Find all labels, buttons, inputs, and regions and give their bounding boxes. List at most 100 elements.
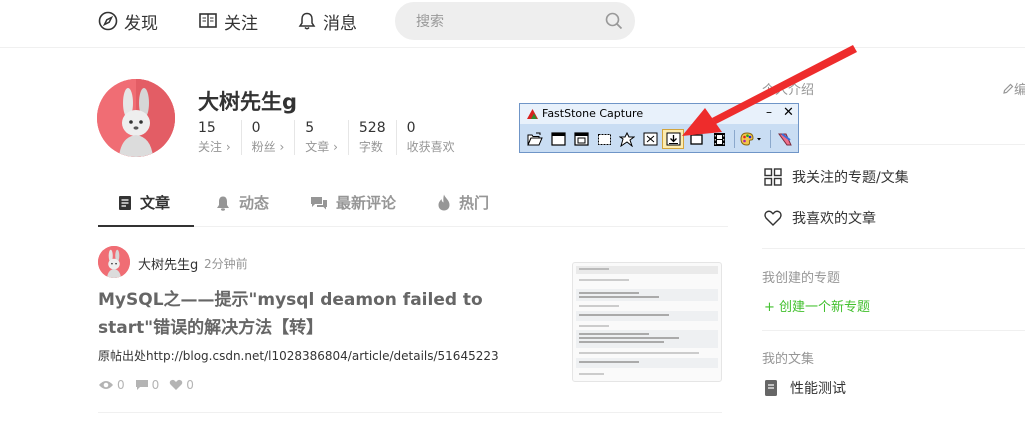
article-thumbnail[interactable] [572,262,722,382]
window-object-icon [573,132,589,146]
capture-scrolling-window-button[interactable] [662,129,684,149]
sidebar-divider [762,248,1025,249]
rabbit-icon [97,79,175,157]
stat-value: 0 [406,120,416,136]
tab-hot[interactable]: 热门 [437,192,489,213]
collection-name: 性能测试 [790,381,846,397]
sidebar-divider [762,330,1025,331]
profile-avatar[interactable] [97,79,175,157]
capture-freehand-button[interactable] [616,129,638,149]
comments-value: 0 [151,378,160,392]
heart-icon [170,379,183,390]
sidebar-collections-heading: 我的文集 [762,352,815,367]
article-author-avatar[interactable] [98,246,130,278]
sidebar-liked-label: 我喜欢的文章 [792,211,876,227]
heart-icon [764,210,782,226]
faststone-minimize-button[interactable]: – [766,105,772,119]
capture-window-button[interactable] [547,129,569,149]
tab-label: 动态 [239,194,270,212]
fire-icon [438,194,450,211]
article-time: 2分钟前 [204,257,248,271]
window-icon [550,132,566,146]
pen-settings-icon [778,132,792,145]
screen-recorder-button[interactable] [708,129,730,149]
comments-count[interactable]: 0 [135,378,160,392]
stat-value: 15 [198,120,216,136]
stat-label: 文章 › [305,140,338,154]
faststone-titlebar[interactable]: FastStone Capture – ✕ [520,104,798,124]
bell-icon [298,12,316,30]
tab-label: 文章 [140,194,171,212]
faststone-close-button[interactable]: ✕ [783,105,794,120]
fullscreen-icon [643,132,657,146]
sidebar-intro-heading: 个人介绍 [762,83,815,98]
profile-name: 大树先生g [198,90,298,114]
book-icon [199,13,217,28]
collection-item[interactable]: 性能测试 [764,378,846,398]
stat-label: 粉丝 › [251,140,285,154]
stat-value: 5 [305,120,315,136]
sidebar-topics-heading: 我创建的专题 [762,271,841,286]
sidebar-edit-button[interactable]: 编 [1002,79,1025,98]
search-input[interactable] [416,12,596,32]
stat-label: 关注 › [198,140,231,154]
tab-activity[interactable]: 动态 [215,192,269,213]
nav-discover[interactable]: 发现 [98,9,158,34]
tab-comments[interactable]: 最新评论 [310,192,396,213]
article-author[interactable]: 大树先生g [138,254,198,273]
likes-value: 0 [186,378,194,392]
faststone-capture-window[interactable]: FastStone Capture – ✕ [519,103,799,153]
folder-open-icon [527,132,543,146]
stat-label: 收获喜欢 [406,140,455,154]
rectangle-region-icon [597,133,611,145]
sidebar-liked-link[interactable]: 我喜欢的文章 [764,208,876,228]
comment-icon [135,380,148,390]
nav-discover-label: 发现 [124,13,158,34]
nav-messages[interactable]: 消息 [297,9,357,34]
active-tab-indicator [98,225,194,227]
article-abstract: 原帖出处http://blog.csdn.net/l1028386804/art… [98,349,499,363]
nav-follow[interactable]: 关注 [198,9,258,34]
toolbar-separator [770,130,771,148]
stat-words: 528 字数 [347,120,396,155]
rabbit-icon [98,246,130,278]
settings-button[interactable] [774,129,796,149]
freehand-region-icon [619,131,635,147]
capture-object-button[interactable] [570,129,592,149]
scrolling-window-icon [666,132,680,146]
sidebar-edit-label: 编 [1014,83,1025,98]
capture-fixed-region-button[interactable] [685,129,707,149]
output-options-button[interactable] [738,129,766,149]
views-count: 0 [98,378,125,392]
fixed-region-icon [689,133,703,145]
open-file-button[interactable] [524,129,546,149]
faststone-title: FastStone Capture [542,107,644,120]
toolbar-separator [734,130,735,148]
faststone-toolbar [524,129,797,149]
tab-label: 热门 [459,194,490,212]
palette-dropdown-icon [740,132,761,146]
nav-messages-label: 消息 [323,13,357,34]
comment-icon [311,196,327,209]
create-topic-link[interactable]: + 创建一个新专题 [764,296,870,315]
article-icon [119,195,131,210]
eye-icon [99,381,113,389]
article-divider [98,412,722,413]
search-icon[interactable] [604,11,624,31]
stat-articles[interactable]: 5 文章 › [294,120,348,155]
article-title[interactable]: MySQL之——提示"mysql deamon failed to start"… [98,286,558,342]
notebook-icon [765,380,777,396]
stat-following[interactable]: 15 关注 › [198,120,241,155]
profile-tabs: 文章 动态 最新评论 热门 [98,185,728,227]
sidebar-subscribed-label: 我关注的专题/文集 [792,170,909,186]
sidebar-subscribed-link[interactable]: 我关注的专题/文集 [764,167,909,187]
stat-likes: 0 收获喜欢 [395,120,465,155]
capture-fullscreen-button[interactable] [639,129,661,149]
tab-articles[interactable]: 文章 [118,192,170,213]
capture-rectangle-button[interactable] [593,129,615,149]
top-nav: 发现 关注 消息 [0,0,1025,48]
stat-followers[interactable]: 0 粉丝 › [240,120,295,155]
search-box[interactable] [395,2,635,40]
article-meta: 0 0 0 [98,378,204,392]
sidebar-divider [762,144,1025,145]
